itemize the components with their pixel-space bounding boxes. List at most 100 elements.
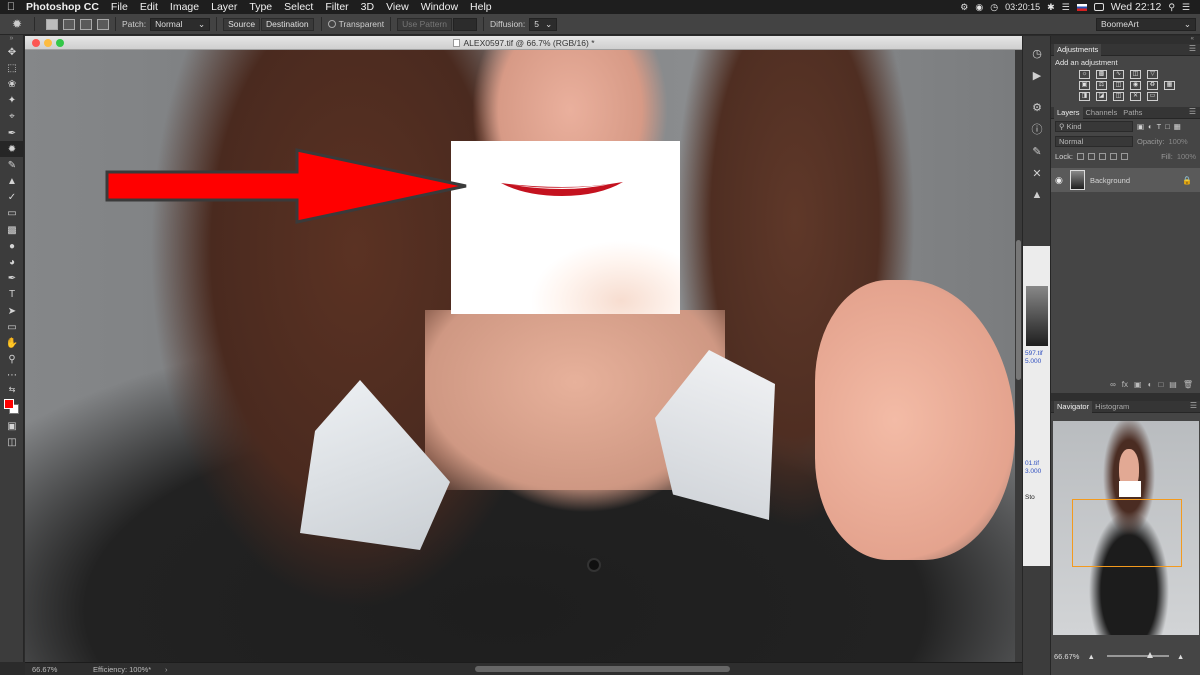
history-panel-icon[interactable]: ◷ xyxy=(1023,42,1051,64)
new-layer-icon[interactable]: ▤ xyxy=(1169,380,1177,389)
use-pattern-button[interactable]: Use Pattern xyxy=(397,17,452,31)
add-mask-icon[interactable]: ▣ xyxy=(1134,380,1142,389)
menu-app-name[interactable]: Photoshop CC xyxy=(22,1,105,13)
black-white-icon[interactable]: ◫ xyxy=(1113,81,1124,90)
move-tool-icon[interactable]: ✥ xyxy=(0,44,24,60)
input-flag-icon[interactable] xyxy=(1076,3,1087,11)
status-menu-icon[interactable]: › xyxy=(165,665,175,674)
lock-all-icon[interactable] xyxy=(1120,153,1128,160)
gradient-tool-icon[interactable]: ▩ xyxy=(0,222,24,238)
menu-window[interactable]: Window xyxy=(415,1,464,13)
opacity-value[interactable]: 100% xyxy=(1169,137,1188,146)
shape-tool-icon[interactable]: ▭ xyxy=(0,319,24,335)
zoom-window-button[interactable] xyxy=(56,39,64,47)
menu-help[interactable]: Help xyxy=(464,1,498,13)
fill-value[interactable]: 100% xyxy=(1177,152,1196,161)
tab-paths[interactable]: Paths xyxy=(1120,107,1145,119)
battery-icon[interactable] xyxy=(1093,3,1104,11)
delete-layer-icon[interactable]: 🗑 xyxy=(1183,380,1193,389)
menu-edit[interactable]: Edit xyxy=(134,1,164,13)
image-canvas[interactable] xyxy=(25,50,1015,663)
tab-channels[interactable]: Channels xyxy=(1083,107,1121,119)
threshold-icon[interactable]: ◫ xyxy=(1113,92,1124,101)
add-selection-icon[interactable] xyxy=(63,18,75,30)
color-lookup-icon[interactable]: ▦ xyxy=(1164,81,1175,90)
minimize-window-button[interactable] xyxy=(44,39,52,47)
navigator-zoom-value[interactable]: 66.67% xyxy=(1054,652,1079,661)
patch-tool-icon[interactable]: ✹ xyxy=(0,141,24,158)
dodge-tool-icon[interactable]: ◕ xyxy=(0,254,24,270)
type-tool-icon[interactable]: T xyxy=(0,287,24,303)
menu-file[interactable]: File xyxy=(105,1,134,13)
spotlight-icon[interactable]: ⚲ xyxy=(1168,2,1175,13)
tab-layers[interactable]: Layers xyxy=(1054,106,1083,119)
panel-menu-icon[interactable]: ☰ xyxy=(1190,401,1197,410)
quick-mask-icon[interactable]: ▣ xyxy=(0,418,24,434)
status-icon-a[interactable]: ⚙ xyxy=(960,2,968,13)
clone-source-icon[interactable]: ▲ xyxy=(1023,184,1051,206)
levels-icon[interactable]: ▩ xyxy=(1096,70,1107,79)
filter-pixel-icon[interactable]: ▣ xyxy=(1137,122,1144,131)
subtract-selection-icon[interactable] xyxy=(80,18,92,30)
source-button[interactable]: Source xyxy=(223,17,261,31)
hand-tool-icon[interactable]: ✋ xyxy=(0,335,24,351)
zoom-in-icon[interactable]: ▲ xyxy=(1177,652,1184,661)
blur-tool-icon[interactable]: ● xyxy=(0,238,24,254)
patch-selection-area[interactable] xyxy=(451,141,680,314)
more-tools-icon[interactable]: ⋯ xyxy=(0,368,24,384)
close-window-button[interactable] xyxy=(32,39,40,47)
filter-smart-icon[interactable]: ▦ xyxy=(1174,122,1181,131)
actions-panel-icon[interactable]: ▶ xyxy=(1023,64,1051,86)
toolbar-collapse-icon[interactable]: » xyxy=(0,35,23,44)
filter-shape-icon[interactable]: □ xyxy=(1165,122,1170,131)
new-selection-icon[interactable] xyxy=(46,18,58,30)
layer-name[interactable]: Background xyxy=(1090,176,1130,185)
eye-status-icon[interactable]: ◉ xyxy=(975,2,983,13)
transparent-checkbox[interactable] xyxy=(327,20,336,28)
tab-adjustments[interactable]: Adjustments xyxy=(1054,43,1102,56)
pattern-picker[interactable] xyxy=(452,17,477,31)
new-group-icon[interactable]: □ xyxy=(1158,380,1163,389)
quick-select-tool-icon[interactable]: ✦ xyxy=(0,93,24,109)
wifi-icon[interactable]: ☰ xyxy=(1062,2,1070,13)
brush-tool-icon[interactable]: ✎ xyxy=(0,157,24,173)
photo-filter-icon[interactable]: ◉ xyxy=(1130,81,1141,90)
menu-select[interactable]: Select xyxy=(278,1,319,13)
layer-lock-icon[interactable]: 🔒 xyxy=(1182,176,1192,185)
path-select-tool-icon[interactable]: ➤ xyxy=(0,303,24,319)
link-layers-icon[interactable]: ∞ xyxy=(1110,380,1116,389)
invert-icon[interactable]: ◨ xyxy=(1079,92,1090,101)
document-title-bar[interactable]: ALEX0597.tif @ 66.7% (RGB/16) * xyxy=(25,36,1022,50)
scrollbar-thumb[interactable] xyxy=(1016,240,1021,380)
layer-kind-filter[interactable]: ⚲ Kind xyxy=(1055,121,1133,132)
info-panel-icon[interactable]: ⓘ xyxy=(1023,118,1051,140)
patch-tool-preset-icon[interactable]: ✹ xyxy=(6,16,28,32)
workspace-select[interactable]: BoomeArt ⌄ xyxy=(1096,17,1196,31)
bluetooth-icon[interactable]: ✱ xyxy=(1047,2,1055,13)
brush-panel-icon[interactable]: ✎ xyxy=(1023,140,1051,162)
layer-row-background[interactable]: ◉ Background 🔒 xyxy=(1051,168,1200,192)
pen-tool-icon[interactable]: ✒ xyxy=(0,271,24,287)
tab-navigator[interactable]: Navigator xyxy=(1054,400,1093,413)
swap-colors-icon[interactable]: ⇆ xyxy=(0,384,24,396)
zoom-level[interactable]: 66.67% xyxy=(25,665,75,674)
selective-color-icon[interactable]: ✕ xyxy=(1130,92,1141,101)
horizontal-scrollbar[interactable] xyxy=(475,666,730,672)
gradient-map-icon[interactable]: ▭ xyxy=(1147,92,1158,101)
lasso-tool-icon[interactable]: ❀ xyxy=(0,76,24,92)
foreground-color[interactable] xyxy=(4,398,14,409)
lock-transparent-icon[interactable] xyxy=(1076,153,1084,160)
document-vertical-scrollbar[interactable] xyxy=(1015,50,1022,663)
blend-mode-select[interactable]: Normal xyxy=(1055,136,1133,147)
color-balance-icon[interactable]: ⚖ xyxy=(1096,81,1107,90)
properties-panel-icon[interactable]: ⚙ xyxy=(1023,96,1051,118)
panel-menu-icon[interactable]: ☰ xyxy=(1189,44,1196,53)
thumbnail-image[interactable] xyxy=(1026,286,1048,346)
menu-layer[interactable]: Layer xyxy=(205,1,243,13)
menu-image[interactable]: Image xyxy=(164,1,205,13)
navigator-view-box[interactable] xyxy=(1072,499,1182,567)
zoom-tool-icon[interactable]: ⚲ xyxy=(0,352,24,368)
hue-saturation-icon[interactable]: ▣ xyxy=(1079,81,1090,90)
crop-tool-icon[interactable]: ⌖ xyxy=(0,109,24,125)
lock-pixels-icon[interactable] xyxy=(1087,153,1095,160)
